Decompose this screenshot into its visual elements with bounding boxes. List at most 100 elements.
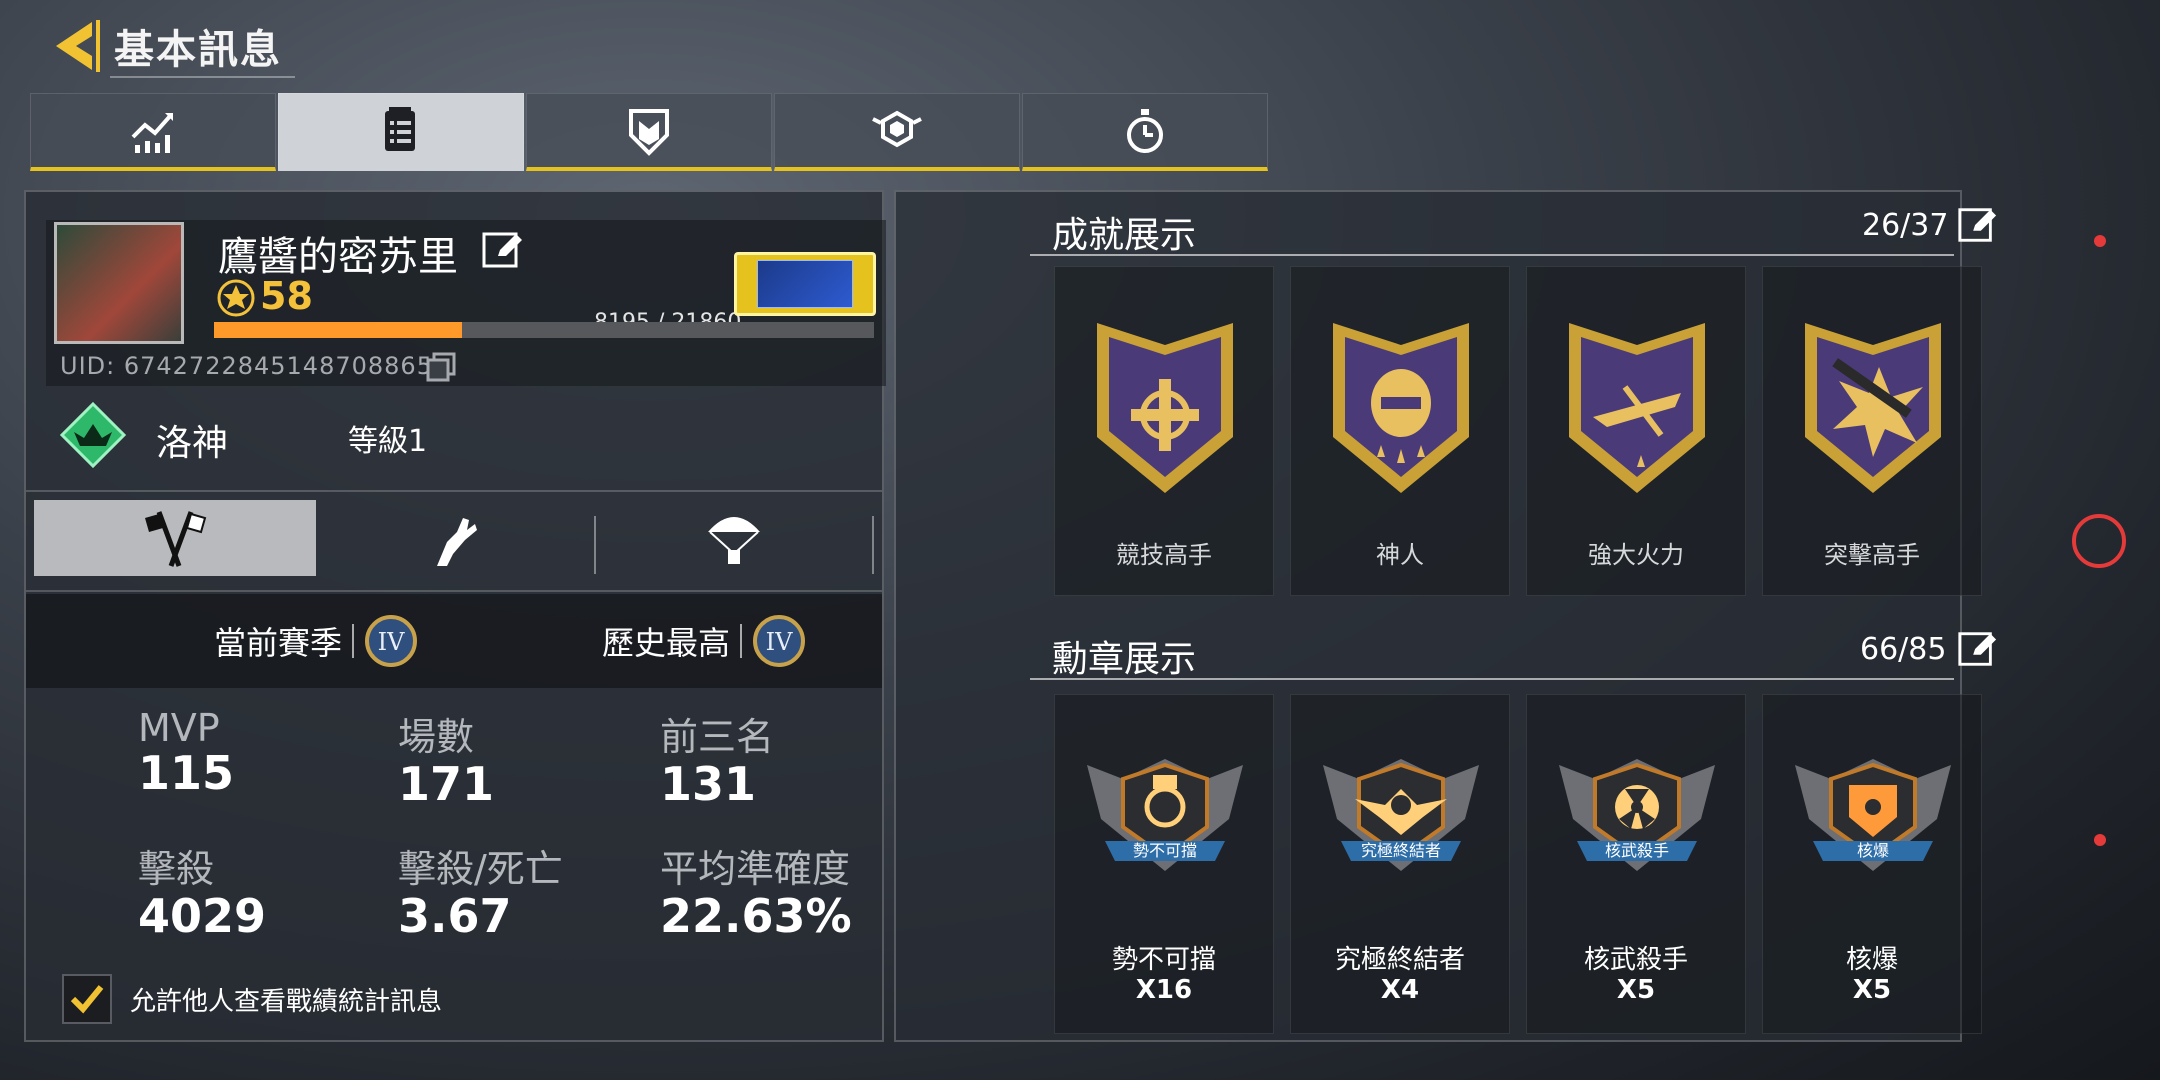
season-band: 當前賽季 IV 歷史最高 IV [26, 594, 882, 688]
medal-label: 究極終結者 [1334, 945, 1465, 975]
achievements-count-text: 26/37 [1862, 208, 1949, 243]
tab-rank[interactable] [774, 93, 1020, 171]
crossed-flags-icon [145, 511, 207, 567]
edit-icon[interactable] [1956, 204, 1998, 246]
best-season: 歷史最高 IV [602, 614, 806, 668]
current-tier-text: IV [378, 628, 405, 656]
medals-count-text: 66/85 [1860, 632, 1947, 667]
allow-stats-row: 允許他人查看戰績統計訊息 [62, 974, 442, 1024]
achievements-title: 成就展示 [1052, 215, 1197, 256]
xp-progress-bar [214, 322, 874, 338]
medal-icon: 究極終結者 [1323, 759, 1479, 871]
xp-progress-fill [214, 322, 462, 338]
mode-tab-multiplayer[interactable] [34, 500, 316, 576]
side-indicator-dot [2094, 235, 2106, 247]
stat-value: 4029 [138, 889, 267, 943]
shield-icon [629, 108, 669, 156]
achievement-card[interactable]: 突擊高手 [1762, 266, 1982, 596]
hexagon-wings-icon [872, 110, 922, 147]
current-season-label: 當前賽季 [214, 624, 343, 662]
stopwatch-icon [1127, 108, 1163, 153]
stat-value: 131 [660, 757, 757, 811]
medal-banner-text: 究極終結者 [1361, 841, 1441, 860]
player-level: 58 [260, 274, 313, 318]
achievement-label: 突擊高手 [1824, 541, 1920, 569]
achievement-card[interactable]: 強大火力 [1526, 266, 1746, 596]
stat-value: 3.67 [398, 889, 512, 943]
achievement-badge-icon [1569, 323, 1705, 493]
stat-accuracy: 平均準確度 22.63% [660, 838, 852, 943]
divider [26, 490, 882, 492]
showcase-panel: 成就展示 26/37 競技高手 神人 強大火力 突擊高手 勳章展示 66/85 … [894, 190, 1997, 1042]
separator [740, 624, 743, 658]
tab-emblem[interactable] [526, 93, 772, 171]
stat-value: 115 [138, 746, 235, 800]
tab-stats[interactable] [30, 93, 276, 171]
top-tabs [30, 93, 1268, 171]
separator [352, 624, 355, 658]
rank-tier-emblem-icon[interactable]: IV [364, 614, 418, 668]
medal-label: 核爆 [1845, 945, 1898, 975]
record-button[interactable] [2072, 514, 2126, 568]
header-underline [110, 76, 295, 78]
achievement-badge-icon [1097, 323, 1233, 493]
edit-icon[interactable] [1956, 628, 1998, 670]
medals-count: 66/85 [1860, 632, 1946, 667]
medal-label: 核武殺手 [1583, 945, 1688, 975]
mode-tab-battle-royale[interactable] [596, 500, 872, 576]
rank-level: 等級1 [348, 424, 428, 459]
medal-card[interactable]: 勢不可擋 勢不可擋 X16 [1054, 694, 1274, 1034]
medal-card[interactable]: 究極終結者 究極終結者 X4 [1290, 694, 1510, 1034]
checkmark-icon [70, 985, 104, 1014]
side-indicator-dot [2094, 834, 2106, 846]
stat-label: MVP [138, 706, 220, 750]
achievement-label: 神人 [1376, 541, 1424, 569]
medal-count: X16 [1135, 975, 1193, 1005]
stat-label: 場數 [398, 715, 475, 759]
header: 基本訊息 [40, 14, 282, 78]
edit-icon[interactable] [480, 228, 524, 272]
stat-label: 擊殺 [138, 847, 215, 891]
xp-card-icon [757, 260, 853, 308]
raised-hand-icon [437, 518, 477, 566]
medal-banner-text: 核爆 [1857, 841, 1889, 860]
achievement-badge-icon [1805, 323, 1941, 493]
stat-kd: 擊殺/死亡 3.67 [398, 838, 563, 943]
stat-label: 平均準確度 [660, 847, 851, 891]
achievement-label: 競技高手 [1116, 541, 1212, 569]
mode-tab-zombies[interactable] [316, 500, 594, 576]
medal-count: X4 [1380, 975, 1420, 1005]
section-underline [1030, 254, 1954, 256]
allow-stats-label: 允許他人查看戰績統計訊息 [130, 986, 443, 1017]
stat-mvp: MVP 115 [138, 706, 234, 800]
divider [26, 590, 882, 592]
medal-card[interactable]: 核武殺手 核武殺手 X5 [1526, 694, 1746, 1034]
medal-banner-text: 核武殺手 [1605, 841, 1669, 860]
stats-chart-icon [131, 112, 173, 153]
rank-tier-emblem-icon[interactable]: IV [752, 614, 806, 668]
parachute-icon [708, 517, 760, 564]
rank-row: 洛神 等級1 [52, 402, 872, 470]
avatar[interactable] [54, 222, 184, 344]
allow-stats-checkbox[interactable] [62, 974, 112, 1024]
tab-time[interactable] [1022, 93, 1268, 171]
achievement-card[interactable]: 競技高手 [1054, 266, 1274, 596]
back-button[interactable] [40, 14, 108, 78]
player-nickname: 鷹醬的密苏里 [218, 234, 458, 280]
document-list-icon [385, 106, 415, 151]
rank-name: 洛神 [156, 423, 229, 464]
mode-tabs [34, 500, 880, 586]
section-underline [1030, 678, 1954, 680]
current-season: 當前賽季 IV [214, 614, 418, 668]
medal-label: 勢不可擋 [1111, 945, 1216, 975]
tab-info[interactable] [278, 93, 524, 171]
achievements-count: 26/37 [1862, 208, 1948, 243]
stat-value: 171 [398, 757, 495, 811]
best-tier-text: IV [766, 628, 793, 656]
medal-card[interactable]: 核爆 核爆 X5 [1762, 694, 1982, 1034]
app-root: 基本訊息 鷹醬的密苏里 58 UID: 6742722845148708865 … [0, 0, 2160, 1080]
xp-card-button[interactable] [734, 252, 876, 316]
achievement-card[interactable]: 神人 [1290, 266, 1510, 596]
player-info-panel: 鷹醬的密苏里 58 8195 / 21860 UID: 674272284514… [24, 190, 886, 1042]
copy-icon[interactable] [424, 350, 458, 384]
